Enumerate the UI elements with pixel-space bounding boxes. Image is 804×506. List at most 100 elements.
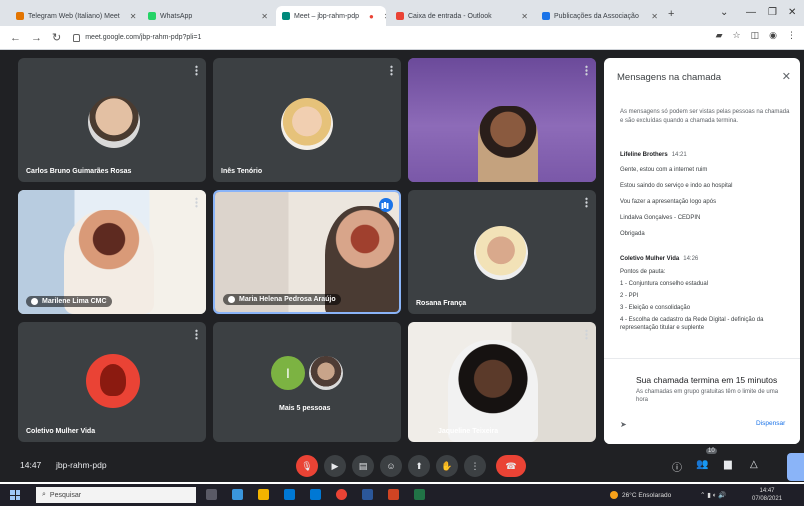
excel-icon[interactable] [414,489,425,500]
more-options-icon[interactable] [390,65,393,76]
close-window-button[interactable]: ✕ [788,7,796,18]
avatar [309,356,343,390]
meeting-clock: 14:47 [20,460,42,470]
maximize-button[interactable]: ❐ [768,7,777,18]
avatar [281,98,333,150]
call-ending-title: Sua chamada termina em 15 minutos [636,375,778,385]
chrome-icon[interactable] [336,489,347,500]
tab-favicon-icon [282,12,290,20]
word-icon[interactable] [362,489,373,500]
captions-button[interactable]: ▤ [352,455,374,477]
system-clock[interactable]: 14:47 07/08/2021 [752,487,782,503]
profile-icon[interactable]: ◉ [769,30,777,41]
participant-name: Maria Helena Pedrosa Araújo [223,294,341,305]
taskbar-search-box[interactable]: ⌕ Pesquisar [36,487,196,503]
dismiss-button[interactable]: Dispensar [756,420,785,427]
message-sender: Lifeline Brothers 14:21 [620,152,687,158]
file-explorer-icon[interactable] [258,489,269,500]
more-participants-label: Mais 5 pessoas [279,405,331,412]
url-field[interactable]: meet.google.com/jbp-rahm-pdp?pli=1 [73,33,673,42]
menu-kebab-icon[interactable]: ⋮ [787,30,796,41]
tab-label: Telegram Web (Italiano) Meet [28,12,120,20]
people-icon[interactable]: 👥 [696,459,708,470]
powerpoint-icon[interactable] [388,489,399,500]
browser-tab-strip: Telegram Web (Italiano) Meet ✕ WhatsApp … [0,0,804,26]
sender-name: Lifeline Brothers [620,152,668,158]
participant-name: Jaqueline Teixeira [438,428,499,435]
minimize-button[interactable]: — [746,7,756,18]
participant-tile[interactable]: Inês Tenório [213,58,401,182]
close-tab-icon[interactable]: ✕ [255,12,268,21]
new-tab-button[interactable]: + [668,8,674,20]
emoji-reactions-button[interactable]: ☺ [380,455,402,477]
reload-icon[interactable]: ↻ [52,31,61,44]
forward-arrow-icon[interactable]: → [31,32,42,44]
tab-label: Caixa de entrada - Outlook [408,12,492,20]
tab-telegram[interactable]: Telegram Web (Italiano) Meet ✕ [10,6,140,26]
person-icon [31,298,38,305]
tab-label: WhatsApp [160,12,193,20]
participant-tile[interactable]: Rosana França [408,190,596,314]
chat-message: Lindalva Gonçalves - CEDPIN [620,215,701,221]
participant-tile[interactable]: Carlos Bruno Guimarães Rosas [18,58,206,182]
weather-widget[interactable]: 26°C Ensolarado [610,491,671,499]
activities-icon[interactable]: △ [750,459,758,470]
sun-icon [610,491,618,499]
more-options-icon[interactable] [585,197,588,208]
more-participants-tile[interactable]: I Mais 5 pessoas [213,322,401,442]
participant-tile[interactable]: Coletivo Mulher Vida [18,322,206,442]
participant-tile-video-active[interactable]: Maria Helena Pedrosa Araújo [213,190,401,314]
more-options-icon[interactable] [585,329,588,340]
camera-in-use-icon[interactable]: ▰ [716,30,723,41]
participant-tile-video[interactable]: Jaqueline Teixeira [408,322,596,442]
person-icon [228,296,235,303]
chevron-down-icon[interactable]: ⌄ [720,7,728,18]
raise-hand-button[interactable]: ✋ [436,455,458,477]
leave-call-button[interactable]: ☎ [496,455,526,477]
chat-message: Gente, estou com a internet ruim [620,167,708,173]
chat-panel-active-indicator[interactable] [787,453,804,481]
logo-figure-icon [100,364,126,396]
mail-icon[interactable] [310,489,321,500]
windows-start-icon[interactable] [10,490,20,500]
tab-whatsapp[interactable]: WhatsApp ✕ [142,6,274,26]
close-tab-icon[interactable]: ✕ [645,12,658,21]
close-icon[interactable]: ✕ [782,70,791,83]
meeting-details-icon[interactable]: ⓘ [672,459,682,474]
extensions-icon[interactable]: ◫ [751,30,760,41]
call-ending-notification: Sua chamada termina em 15 minutos As cha… [604,358,800,444]
more-options-icon[interactable] [195,197,198,208]
chat-panel: Mensagens na chamada ✕ As mensagens só p… [604,58,800,444]
close-tab-icon[interactable]: ✕ [515,12,528,21]
tab-outlook[interactable]: Caixa de entrada - Outlook ✕ [390,6,534,26]
back-arrow-icon[interactable]: ← [10,32,21,44]
tab-favicon-icon [16,12,24,20]
more-options-button[interactable]: ⋮ [464,455,486,477]
system-tray[interactable]: ⌃ ▮ ◐ 🔊 [700,491,726,499]
browser-toolbar-icons: ▰ ☆ ◫ ◉ ⋮ [716,30,796,41]
microphone-off-button[interactable]: 🎙 [296,455,318,477]
participant-tile-video[interactable] [408,58,596,182]
more-options-icon[interactable] [585,65,588,76]
close-tab-icon[interactable]: ✕ [124,12,137,21]
task-view-icon[interactable] [206,489,217,500]
tab-label: Publicações da Associação [554,12,639,20]
person-silhouette [448,340,538,442]
tab-associacao[interactable]: Publicações da Associação ✕ [536,6,664,26]
tab-meet[interactable]: Meet – jbp-rahm-pdp ● ✕ [276,6,386,26]
camera-button[interactable]: ▶ [324,455,346,477]
store-icon[interactable] [284,489,295,500]
participant-name: Coletivo Mulher Vida [26,428,96,435]
participant-tile-video[interactable]: Marilene Lima CMC [18,190,206,314]
edge-icon[interactable] [232,489,243,500]
chat-icon[interactable]: ▆ [724,459,732,470]
close-tab-icon[interactable]: ✕ [378,12,386,21]
avatar [86,354,140,408]
present-screen-button[interactable]: ⬆ [408,455,430,477]
more-options-icon[interactable] [195,65,198,76]
send-icon[interactable]: ➤ [620,420,627,429]
more-options-icon[interactable] [195,329,198,340]
search-icon: ⌕ [42,491,46,498]
tab-favicon-icon [396,12,404,20]
bookmark-star-icon[interactable]: ☆ [733,30,741,41]
